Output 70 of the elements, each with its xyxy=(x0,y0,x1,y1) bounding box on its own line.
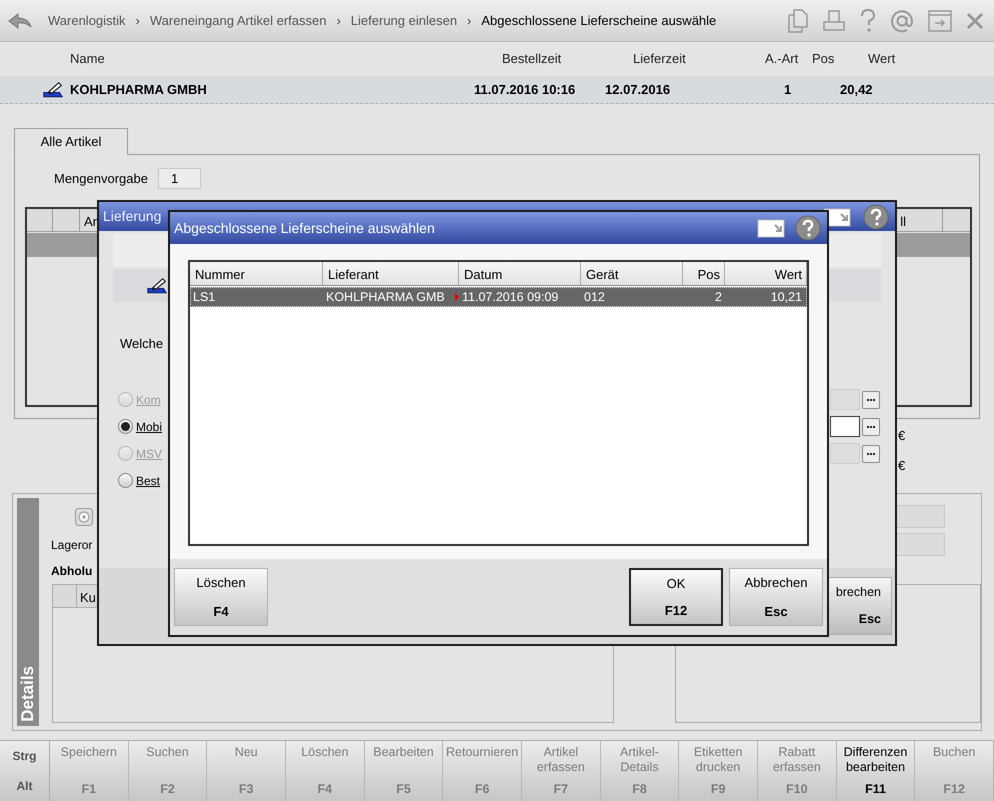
table-cell-text: 10,21 xyxy=(770,288,802,306)
radio-button[interactable] xyxy=(118,419,133,434)
column-header: A.-Art xyxy=(765,50,800,68)
table-cell-text: 11.07.2016 09:09 xyxy=(462,288,558,306)
help-icon[interactable] xyxy=(795,215,821,241)
browse-button[interactable] xyxy=(862,390,880,408)
breadcrumb-link[interactable]: Abgeschlossene Lieferscheine auswähle xyxy=(481,10,716,30)
column-header: Lieferzeit xyxy=(633,50,687,68)
browse-button[interactable] xyxy=(862,444,880,462)
table-cell-text: 012 xyxy=(584,288,605,306)
quantity-field[interactable]: 1 xyxy=(158,168,201,189)
currency-sign: € xyxy=(898,456,906,474)
column-header[interactable]: Gerät xyxy=(581,262,683,285)
dialog-button[interactable]: brechen Esc xyxy=(826,577,892,635)
details-sidebar[interactable]: Details xyxy=(17,498,39,726)
question-text: Welche xyxy=(120,335,164,353)
breadcrumb-link[interactable]: Lieferung einlesen xyxy=(350,10,458,30)
field-label: Mengenvorgabe xyxy=(54,170,148,188)
delivery-date: 12.07.2016 xyxy=(605,80,672,99)
back-arrow-icon[interactable] xyxy=(8,12,32,30)
function-key-button[interactable]: Differenzen bearbeiten F11 xyxy=(836,741,916,801)
table-cell-text: KOHLPHARMA GMB xyxy=(326,288,445,306)
pen-on-pad-icon xyxy=(42,80,64,98)
dialog-title: Lieferung xyxy=(103,207,162,226)
table-cell-text: 2 xyxy=(715,288,722,306)
breadcrumb-link[interactable]: Wareneingang Artikel erfassen xyxy=(150,10,326,30)
dialog-button[interactable]: Abbrechen Esc xyxy=(729,568,823,626)
breadcrumb-separator: › xyxy=(136,12,140,30)
text-field[interactable] xyxy=(830,416,860,437)
printer-icon[interactable] xyxy=(822,10,846,32)
column-header[interactable]: Pos xyxy=(683,262,725,285)
radio-label[interactable]: Best xyxy=(136,472,160,490)
at-sign-icon[interactable] xyxy=(890,8,914,32)
documents-icon[interactable] xyxy=(788,8,808,32)
column-header: Pos xyxy=(812,50,836,68)
supplier-name: KOHLPHARMA GMBH xyxy=(70,80,208,99)
browse-button[interactable] xyxy=(862,418,880,436)
column-header: Bestellzeit xyxy=(502,50,562,68)
column-header: Ar xyxy=(83,213,97,231)
table-cell-text: LS1 xyxy=(193,288,216,306)
breadcrumb-separator: › xyxy=(467,12,472,30)
column-header[interactable]: Wert xyxy=(725,262,807,285)
column-header: ll xyxy=(900,213,906,231)
dialog-title: Abgeschlossene Lieferscheine auswählen xyxy=(174,218,435,238)
close-icon[interactable] xyxy=(966,12,984,30)
breadcrumb-separator: › xyxy=(336,12,341,30)
currency-sign: € xyxy=(898,427,906,445)
receipt-row[interactable]: LS1 KOHLPHARMA GMB 11.07.2016 09:09 012 2 10,21 xyxy=(190,287,807,307)
breadcrumb-link[interactable]: Warenlogistik xyxy=(48,10,126,30)
column-header[interactable]: Datum xyxy=(459,262,581,285)
column-header: Wert xyxy=(868,50,896,68)
section-heading: Abholu xyxy=(51,563,92,580)
order-value: 20,42 xyxy=(840,80,874,99)
supplier-row[interactable]: KOHLPHARMA GMBH 11.07.2016 10:16 12.07.2016 1 20,42 xyxy=(0,76,994,104)
column-header[interactable]: Lieferant xyxy=(323,262,459,285)
field-label: Lageror xyxy=(51,537,92,554)
radio-button[interactable] xyxy=(118,473,133,488)
dialog-button[interactable]: Löschen F4 xyxy=(174,568,268,626)
modifier-label: Alt xyxy=(16,778,32,795)
dialog-button[interactable]: OK F12 xyxy=(629,568,723,626)
tab[interactable]: Alle Artikel xyxy=(14,128,128,155)
column-header: Ku xyxy=(80,589,96,607)
position-count: 1 xyxy=(784,80,792,99)
truncation-marker-icon xyxy=(455,293,459,301)
column-header: Name xyxy=(70,50,106,68)
order-time: 11.07.2016 10:16 xyxy=(474,80,576,99)
help-icon[interactable] xyxy=(863,204,889,230)
column-header[interactable]: Nummer xyxy=(190,262,323,285)
modifier-label: Strg xyxy=(12,748,36,765)
radio-label[interactable]: Mobi xyxy=(136,418,162,436)
